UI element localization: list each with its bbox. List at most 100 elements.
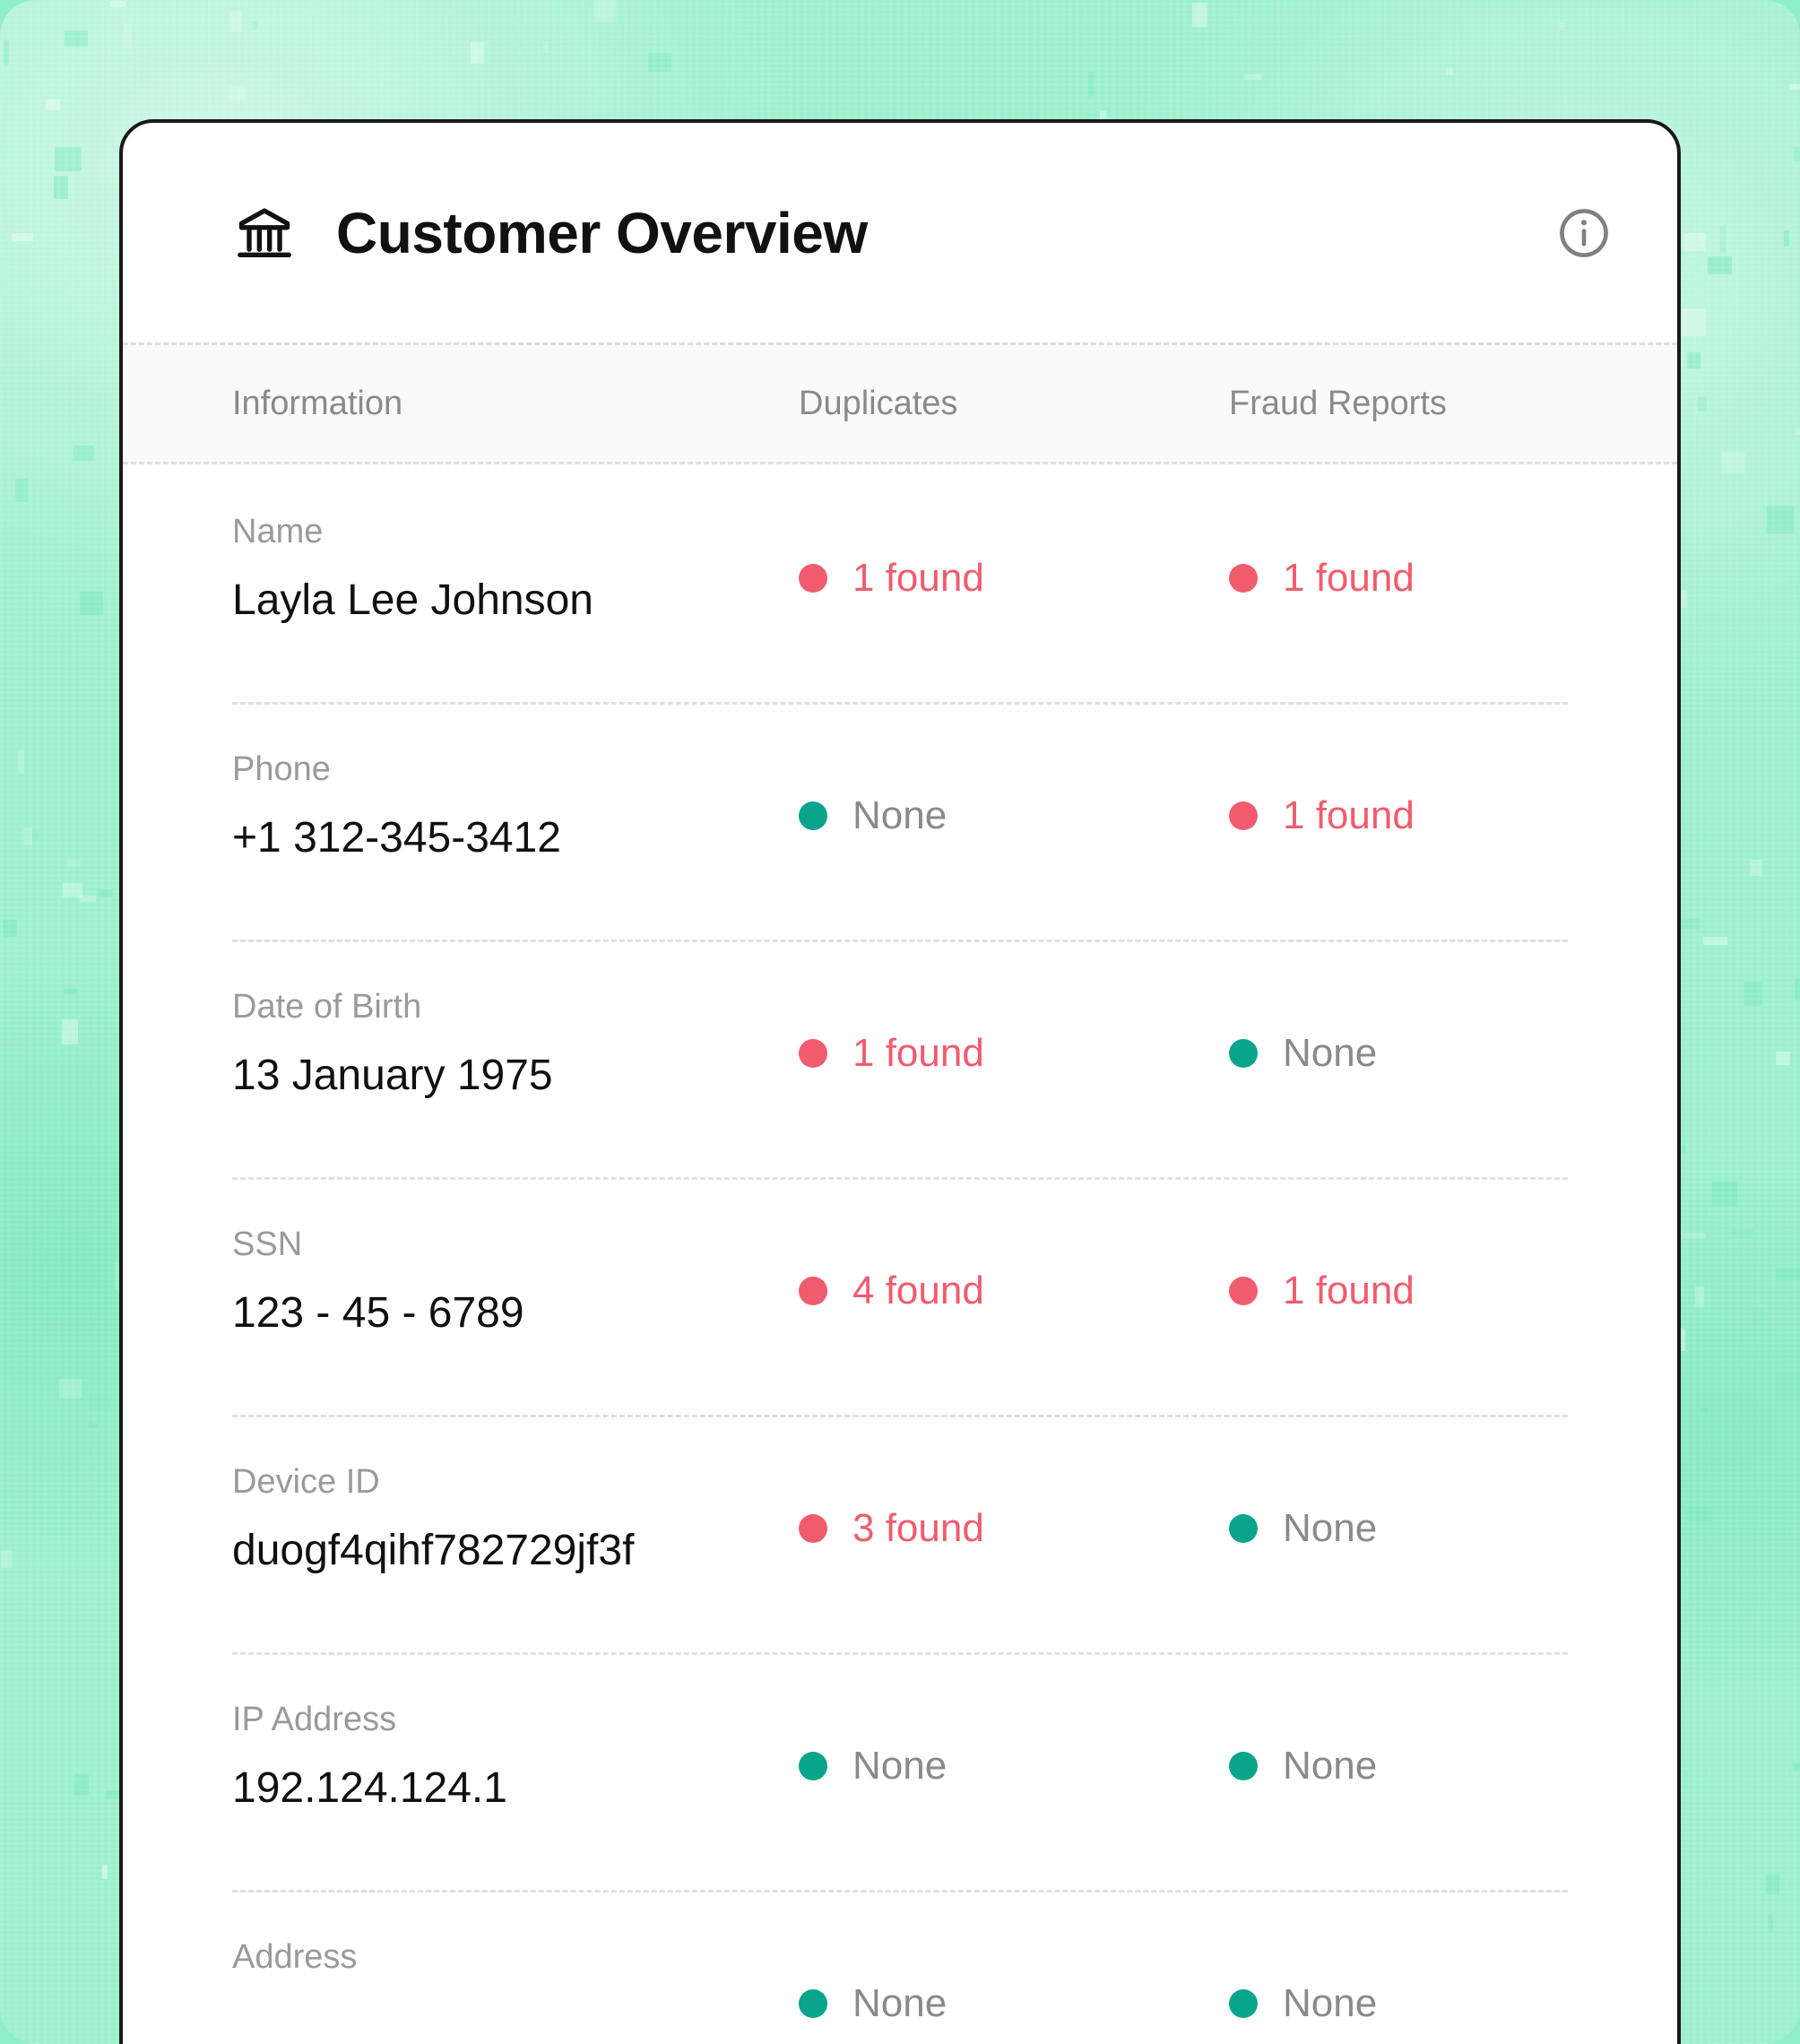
cell-duplicates: 3 found — [799, 1415, 1229, 1548]
backdrop-speck — [1720, 452, 1745, 475]
backdrop-speck — [11, 233, 33, 242]
ok-dot-icon — [799, 801, 827, 830]
field-label: Address — [232, 1938, 358, 1976]
backdrop-speck — [1683, 233, 1707, 252]
status-badge: None — [1283, 1031, 1378, 1075]
backdrop-speck — [1447, 68, 1454, 76]
backdrop-speck — [1765, 1875, 1779, 1895]
backdrop-speck — [1712, 1182, 1738, 1208]
backdrop-speck — [229, 10, 243, 32]
backdrop-speck — [1695, 1286, 1705, 1307]
cell-information: Address — [232, 1890, 799, 2005]
field-value: 192.124.124.1 — [232, 1764, 507, 1812]
backdrop-speck — [1795, 428, 1800, 435]
backdrop-speck — [1697, 396, 1707, 412]
field-value: Layla Lee Johnson — [232, 576, 593, 624]
status-badge: None — [852, 793, 948, 837]
backdrop-speck — [54, 176, 69, 200]
backdrop-speck — [109, 1, 126, 8]
status-badge: None — [852, 1981, 948, 2025]
backdrop-speck — [1750, 860, 1763, 877]
cell-information: SSN 123 - 45 - 6789 — [232, 1177, 799, 1335]
status-badge: 3 found — [852, 1506, 984, 1550]
alert-dot-icon — [1229, 1277, 1258, 1305]
backdrop-speck — [1087, 71, 1094, 97]
backdrop-speck — [1703, 936, 1728, 945]
backdrop-speck — [1793, 1762, 1800, 1771]
backdrop-speck — [64, 989, 78, 995]
backdrop-speck — [73, 445, 94, 461]
cell-fraud-reports: None — [1229, 1652, 1659, 1786]
ok-dot-icon — [1229, 1039, 1258, 1068]
status-badge: None — [1283, 1744, 1378, 1788]
cell-information: Device ID duogf4qihf782729jf3f — [232, 1415, 799, 1572]
table-header-row: Information Duplicates Fraud Reports — [123, 342, 1677, 464]
ok-dot-icon — [1229, 1514, 1258, 1543]
backdrop-speck — [101, 1865, 108, 1880]
alert-dot-icon — [799, 564, 827, 593]
backdrop-speck — [1789, 84, 1800, 91]
backdrop-speck — [593, 0, 617, 23]
backdrop-speck — [1767, 506, 1796, 534]
backdrop-speck — [74, 1774, 90, 1797]
field-label: SSN — [232, 1226, 303, 1263]
cell-duplicates: None — [799, 1890, 1229, 2023]
field-label: Date of Birth — [232, 988, 422, 1026]
cell-information: Name Layla Lee Johnson — [232, 464, 799, 622]
backdrop-speck — [1684, 1506, 1711, 1522]
card-header: Customer Overview — [123, 123, 1677, 342]
cell-information: Phone +1 312-345-3412 — [232, 702, 799, 860]
table-row: IP Address 192.124.124.1 None None — [232, 1652, 1677, 1890]
backdrop-speck — [1680, 308, 1706, 337]
status-badge: 1 found — [1283, 556, 1415, 600]
status-badge: 1 found — [852, 1031, 984, 1075]
backdrop-speck — [1682, 1233, 1707, 1240]
alert-dot-icon — [1229, 564, 1258, 593]
column-header-fraud-reports: Fraud Reports — [1229, 384, 1447, 422]
backdrop-speck — [1191, 2, 1207, 27]
alert-dot-icon — [1229, 801, 1258, 830]
backdrop-speck — [229, 85, 245, 100]
customer-overview-card: Customer Overview Information Duplicates… — [119, 119, 1681, 2044]
alert-dot-icon — [799, 1277, 827, 1305]
backdrop-speck — [1777, 1373, 1800, 1400]
status-badge: None — [1283, 1506, 1378, 1550]
status-badge: None — [1283, 1981, 1378, 2025]
backdrop-speck — [4, 40, 10, 65]
table-row: Address None None — [232, 1890, 1677, 2044]
column-header-information: Information — [232, 384, 403, 422]
field-label: Phone — [232, 750, 331, 788]
backdrop-speck — [1776, 1268, 1800, 1281]
backdrop-speck — [89, 1395, 111, 1409]
cell-duplicates: None — [799, 702, 1229, 836]
backdrop-speck — [1, 1550, 13, 1569]
backdrop-speck — [88, 1422, 99, 1428]
backdrop-speck — [648, 53, 672, 73]
backdrop-speck — [58, 1378, 82, 1399]
field-label: IP Address — [232, 1701, 397, 1738]
backdrop-speck — [1784, 230, 1790, 247]
cell-fraud-reports: None — [1229, 1415, 1659, 1548]
backdrop-speck — [1708, 256, 1733, 275]
alert-dot-icon — [799, 1514, 827, 1543]
backdrop-speck — [1731, 1229, 1753, 1239]
backdrop-speck — [124, 23, 133, 49]
backdrop-speck — [14, 479, 28, 503]
field-value: +1 312-345-3412 — [232, 814, 561, 862]
table-body: Name Layla Lee Johnson 1 found 1 found Phone… — [123, 464, 1677, 2044]
backdrop-speck — [1687, 351, 1701, 368]
info-circle-icon[interactable] — [1555, 204, 1613, 262]
bank-icon — [232, 203, 297, 264]
backdrop-speck — [66, 860, 81, 868]
cell-information: Date of Birth 13 January 1975 — [232, 940, 799, 1097]
cell-fraud-reports: 1 found — [1229, 702, 1659, 836]
ok-dot-icon — [1229, 1989, 1258, 2018]
backdrop-speck — [1100, 110, 1107, 119]
backdrop-speck — [79, 896, 97, 903]
cell-information: IP Address 192.124.124.1 — [232, 1652, 799, 1810]
cell-duplicates: 4 found — [799, 1177, 1229, 1311]
page-title: Customer Overview — [336, 200, 868, 265]
status-badge: 1 found — [852, 556, 984, 600]
cell-fraud-reports: None — [1229, 1890, 1659, 2023]
ok-dot-icon — [1229, 1752, 1258, 1780]
